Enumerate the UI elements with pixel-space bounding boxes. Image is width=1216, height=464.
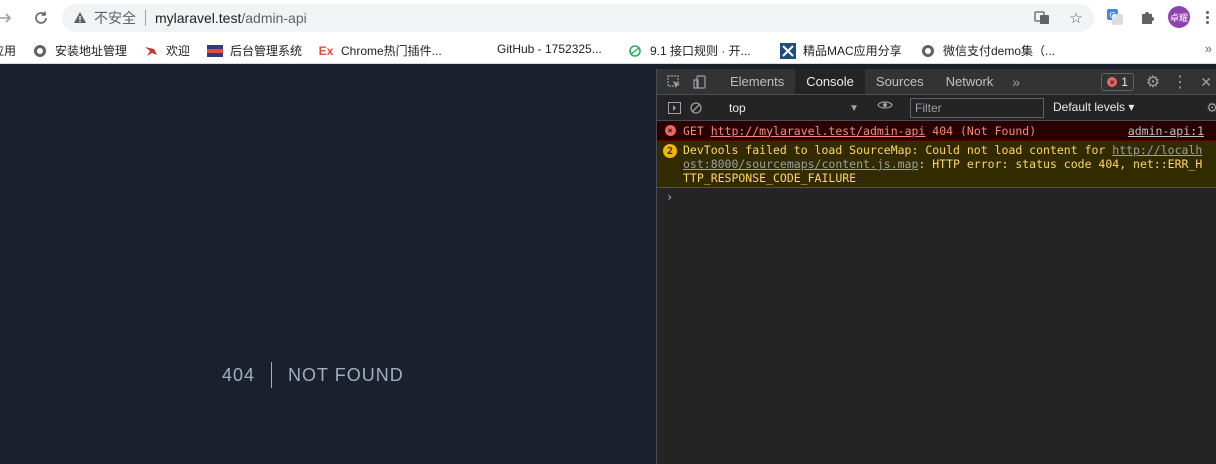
log-levels-dropdown[interactable]: Default levels ▾: [1053, 100, 1134, 114]
bird-icon: [143, 43, 159, 59]
bookmark-label: 精品MAC应用分享: [803, 44, 902, 58]
tab-sources[interactable]: Sources: [865, 69, 935, 94]
bookmark-admin-system[interactable]: 后台管理系统: [207, 42, 302, 59]
error-code: 404: [222, 362, 273, 388]
warning-triangle-icon[interactable]: [72, 10, 88, 26]
google-translate-extension-icon[interactable]: G: [1104, 6, 1126, 28]
bookmark-label: 安装地址管理: [55, 44, 128, 58]
bookmark-label: Chrome热门插件...: [341, 44, 442, 58]
devtools-actions: × 1 ⚙ ⋮ ✕: [1101, 69, 1216, 95]
console-filter-input[interactable]: [910, 98, 1044, 118]
console-warning-message: 2 DevTools failed to load SourceMap: Cou…: [657, 141, 1216, 188]
translate-icon[interactable]: [1032, 8, 1052, 28]
bookmark-install-address[interactable]: 安装地址管理: [32, 42, 127, 59]
page-viewport: 404 NOT FOUND: [0, 69, 656, 464]
bookmark-label: 9.1 接口规则 · 开...: [650, 44, 751, 58]
browser-toolbar: 不安全 mylaravel.test/admin-api ☆ G 卓耀: [0, 0, 1216, 36]
tab-network[interactable]: Network: [935, 69, 1005, 94]
bookmark-chrome-plugins[interactable]: Ex Chrome热门插件...: [318, 42, 442, 59]
extensions-area: G 卓耀: [1104, 6, 1214, 28]
x-icon: [780, 42, 796, 59]
console-prompt[interactable]: ›: [657, 188, 1216, 206]
bookmark-github[interactable]: GitHub - 1752325...: [497, 42, 602, 56]
reload-button[interactable]: [28, 5, 54, 31]
warning-count-badge: 2: [663, 144, 677, 158]
inspect-element-icon[interactable]: [661, 69, 687, 94]
bookmark-mac-apps[interactable]: 精品MAC应用分享: [780, 42, 902, 59]
close-devtools-icon[interactable]: ✕: [1200, 74, 1212, 91]
bookmark-label: GitHub - 1752325...: [497, 42, 602, 56]
caret-down-icon: ▼: [849, 102, 859, 114]
bookmark-label: 微信支付demo集（...: [943, 44, 1056, 58]
extensions-puzzle-icon[interactable]: [1136, 6, 1158, 28]
bookmark-label: 欢迎: [166, 44, 191, 58]
device-toolbar-icon[interactable]: [687, 69, 713, 94]
request-url-link[interactable]: http://mylaravel.test/admin-api: [711, 124, 926, 138]
devtools-menu-icon[interactable]: ⋮: [1172, 72, 1188, 92]
bookmark-apps[interactable]: 应用: [0, 42, 16, 59]
url-text[interactable]: mylaravel.test/admin-api: [155, 10, 307, 26]
bookmark-label: 应用: [0, 44, 17, 58]
source-location-link[interactable]: admin-api:1: [1128, 124, 1204, 138]
error-count: 1: [1121, 75, 1128, 89]
omnibox-actions: ☆: [1032, 8, 1086, 28]
warning-prefix: DevTools failed to load SourceMap: Could…: [683, 143, 1113, 157]
context-selector[interactable]: top ▼: [729, 99, 859, 117]
address-separator: [145, 10, 146, 26]
profile-avatar[interactable]: 卓耀: [1168, 6, 1190, 28]
forward-button[interactable]: [0, 5, 18, 31]
tab-elements[interactable]: Elements: [719, 69, 795, 94]
sidebar-toggle-icon[interactable]: [663, 95, 685, 121]
console-filter-bar: top ▼ Default levels ▾ ⚙: [657, 95, 1216, 121]
arrow-right-icon: [0, 13, 12, 23]
bookmarks-overflow-button[interactable]: »: [1205, 41, 1212, 56]
live-expression-eye-icon[interactable]: [877, 99, 893, 114]
url-path: /admin-api: [241, 10, 307, 26]
devtools-panel: Elements Console Sources Network » × 1 ⚙…: [656, 69, 1216, 464]
console-error-message: × GET http://mylaravel.test/admin-api 40…: [657, 121, 1216, 141]
tab-console[interactable]: Console: [795, 69, 865, 94]
clear-console-icon[interactable]: [685, 95, 707, 121]
response-status: 404 (Not Found): [932, 123, 1037, 138]
error-circle-icon: ×: [1107, 77, 1118, 87]
request-method: GET: [683, 123, 704, 138]
context-value: top: [729, 101, 746, 115]
bookmarks-bar: 应用 安装地址管理 欢迎 后台管理系统 Ex Chrome热门插件... Git…: [0, 36, 1216, 64]
error-count-badge[interactable]: × 1: [1101, 73, 1134, 91]
url-host: mylaravel.test: [155, 10, 242, 26]
error-circle-icon: ×: [664, 125, 676, 136]
address-bar[interactable]: 不安全 mylaravel.test/admin-api ☆: [62, 4, 1094, 32]
bookmark-star-icon[interactable]: ☆: [1066, 8, 1086, 28]
security-label[interactable]: 不安全: [94, 8, 136, 28]
globe-icon: [920, 43, 936, 59]
ex-icon: Ex: [318, 43, 334, 58]
console-settings-gear-icon[interactable]: ⚙: [1206, 100, 1216, 116]
bookmark-wechat-pay[interactable]: 微信支付demo集（...: [920, 42, 1055, 59]
bookmark-welcome[interactable]: 欢迎: [143, 42, 190, 59]
bookmark-label: 后台管理系统: [230, 44, 303, 58]
error-message: 404 NOT FOUND: [222, 362, 404, 388]
bookmark-api-rules[interactable]: 9.1 接口规则 · 开...: [627, 42, 751, 59]
leaf-icon: [627, 43, 643, 59]
settings-gear-icon[interactable]: ⚙: [1146, 72, 1160, 92]
flag-icon: [207, 43, 223, 59]
devtools-tabbar: Elements Console Sources Network » × 1 ⚙…: [657, 69, 1216, 95]
globe-icon: [32, 43, 48, 59]
reload-icon: [35, 11, 47, 24]
console-output: × GET http://mylaravel.test/admin-api 40…: [657, 121, 1216, 206]
error-text: NOT FOUND: [288, 364, 404, 385]
more-tabs-button[interactable]: »: [1004, 69, 1028, 94]
svg-text:G: G: [1110, 11, 1116, 20]
browser-menu-icon[interactable]: [1200, 10, 1214, 24]
